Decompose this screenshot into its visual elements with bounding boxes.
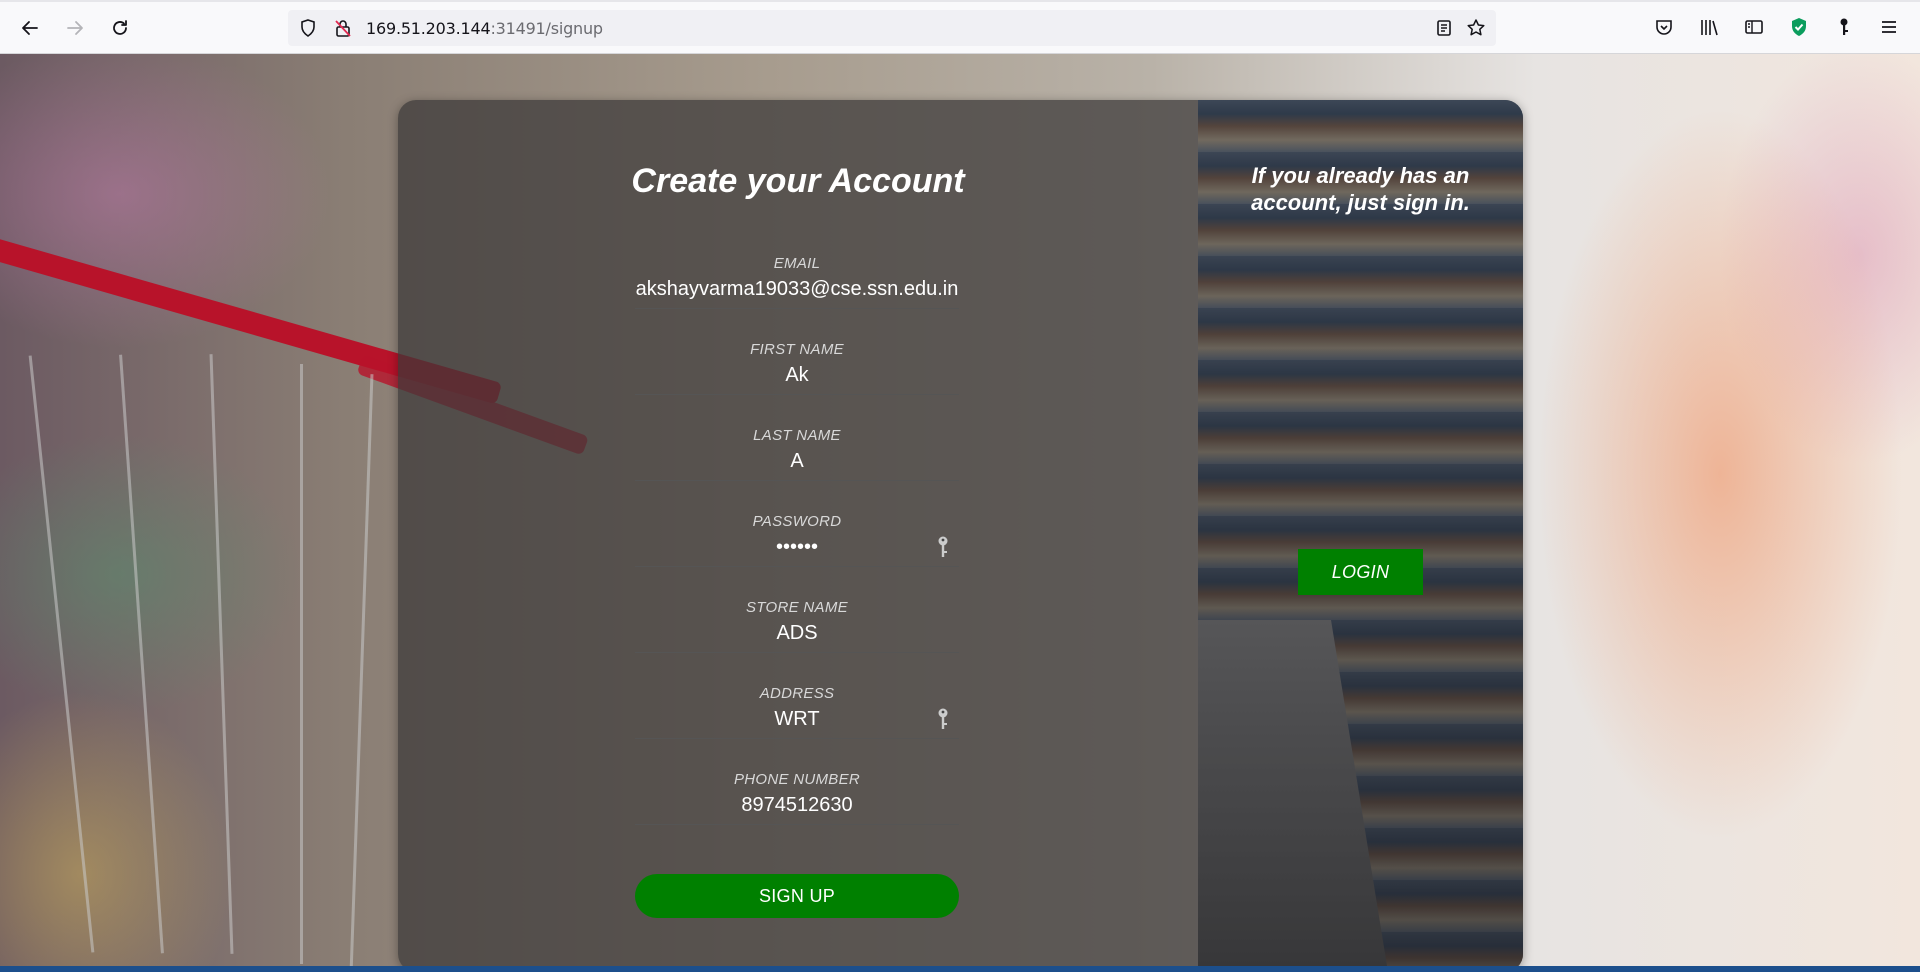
form-title: Create your Account xyxy=(631,162,965,200)
back-arrow-icon xyxy=(22,21,38,35)
sidebar-icon[interactable] xyxy=(1743,16,1765,38)
last-name-input[interactable]: A xyxy=(635,445,959,481)
shield-icon[interactable] xyxy=(298,18,318,38)
background-wire xyxy=(209,354,234,954)
reload-icon xyxy=(113,20,127,35)
url-text[interactable]: 169.51.203.144:31491/signup xyxy=(366,19,603,38)
store-name-field[interactable]: STORE NAME ADS xyxy=(635,599,959,669)
password-label: PASSWORD xyxy=(752,513,842,530)
phone-number-input[interactable]: 8974512630 xyxy=(635,789,959,825)
reload-button[interactable] xyxy=(105,13,135,43)
back-button[interactable] xyxy=(15,13,45,43)
forward-button[interactable] xyxy=(60,13,90,43)
background-wire xyxy=(28,355,95,953)
url-host: 169.51.203.144 xyxy=(366,19,491,38)
menu-icon[interactable] xyxy=(1878,16,1900,38)
insecure-lock-icon[interactable] xyxy=(333,18,353,38)
store-name-input[interactable]: ADS xyxy=(635,617,959,653)
phone-number-label: PHONE NUMBER xyxy=(733,771,861,788)
extension-shield-icon[interactable] xyxy=(1788,16,1810,38)
last-name-field[interactable]: LAST NAME A xyxy=(635,427,959,497)
pocket-icon[interactable] xyxy=(1653,16,1675,38)
password-field[interactable]: PASSWORD •••••• xyxy=(635,513,959,583)
first-name-label: FIRST NAME xyxy=(750,341,844,358)
browser-toolbar: 169.51.203.144:31491/signup xyxy=(0,0,1920,54)
email-input[interactable]: akshayvarma19033@cse.ssn.edu.in xyxy=(635,273,959,309)
address-label: ADDRESS xyxy=(759,685,835,702)
background-wire xyxy=(119,354,164,954)
first-name-input[interactable]: Ak xyxy=(635,359,959,395)
store-name-label: STORE NAME xyxy=(746,599,848,616)
email-label: EMAIL xyxy=(773,255,821,272)
url-path: :31491/signup xyxy=(490,19,603,38)
address-field[interactable]: ADDRESS WRT xyxy=(635,685,959,755)
password-manager-key-icon[interactable] xyxy=(935,535,951,561)
bookmark-star-icon[interactable] xyxy=(1466,18,1486,38)
key-extension-icon[interactable] xyxy=(1833,16,1855,38)
last-name-label: LAST NAME xyxy=(753,427,841,444)
email-field[interactable]: EMAIL akshayvarma19033@cse.ssn.edu.in xyxy=(635,255,959,325)
background-wire xyxy=(300,364,303,964)
taskbar-edge xyxy=(0,966,1920,972)
background-wire xyxy=(349,374,374,972)
page-background: Create your Account EMAIL akshayvarma190… xyxy=(0,54,1920,972)
forward-arrow-icon xyxy=(67,21,83,35)
password-input[interactable]: •••••• xyxy=(635,531,959,567)
address-autofill-key-icon[interactable] xyxy=(935,707,951,733)
library-icon[interactable] xyxy=(1698,16,1720,38)
address-bar[interactable]: 169.51.203.144:31491/signup xyxy=(288,10,1496,46)
reader-view-icon[interactable] xyxy=(1434,18,1454,38)
sign-up-button[interactable]: SIGN UP xyxy=(635,874,959,918)
signin-panel-overlay xyxy=(1198,100,1523,972)
first-name-field[interactable]: FIRST NAME Ak xyxy=(635,341,959,411)
signup-card: Create your Account EMAIL akshayvarma190… xyxy=(398,100,1523,972)
address-input[interactable]: WRT xyxy=(635,703,959,739)
signin-prompt: If you already has an account, just sign… xyxy=(1251,163,1470,215)
login-button[interactable]: LOGIN xyxy=(1298,549,1423,595)
phone-number-field[interactable]: PHONE NUMBER 8974512630 xyxy=(635,771,959,841)
